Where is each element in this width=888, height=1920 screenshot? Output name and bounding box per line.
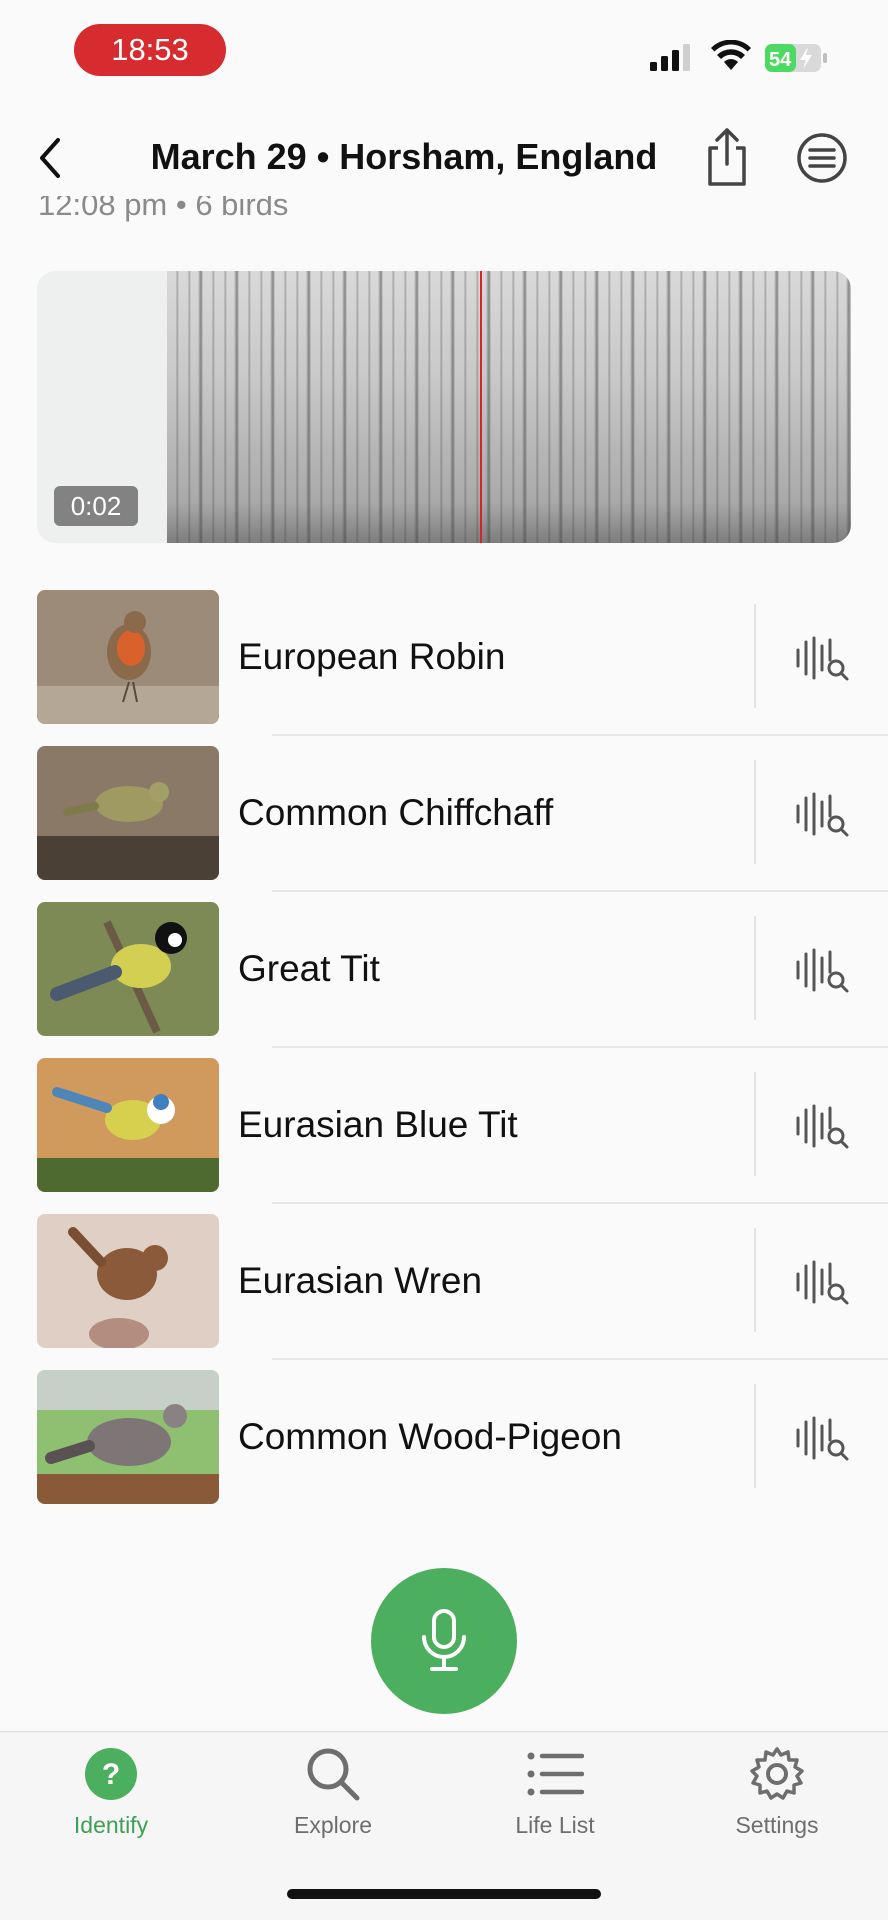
divider	[754, 1072, 756, 1176]
spectrogram-image	[167, 271, 851, 543]
divider	[272, 890, 888, 892]
tab-life-list[interactable]: Life List	[465, 1744, 645, 1839]
divider	[272, 734, 888, 736]
bird-row[interactable]: Common Chiffchaff	[0, 744, 888, 900]
gear-icon	[750, 1747, 804, 1800]
list-icon	[527, 1752, 584, 1796]
bird-thumbnail	[37, 590, 219, 724]
signal-icon	[650, 44, 690, 71]
tab-settings[interactable]: Settings	[687, 1744, 867, 1839]
bird-row[interactable]: Common Wood-Pigeon	[0, 1368, 888, 1524]
spectrogram[interactable]: 0:02	[37, 271, 851, 543]
bird-row[interactable]: Great Tit	[0, 900, 888, 1056]
sound-search-icon[interactable]	[794, 634, 850, 682]
back-chevron-icon[interactable]	[34, 134, 66, 182]
tab-label: Identify	[73, 1812, 149, 1838]
divider	[754, 1384, 756, 1488]
page-title: March 29 • Horsham, England	[150, 136, 658, 177]
search-icon	[307, 1748, 360, 1801]
question-circle-icon: ?	[85, 1748, 137, 1800]
bird-name: Great Tit	[238, 948, 380, 989]
sound-search-icon[interactable]	[794, 790, 850, 838]
home-indicator[interactable]	[287, 1889, 601, 1899]
bird-name: Eurasian Wren	[238, 1260, 483, 1301]
bird-row[interactable]: Eurasian Blue Tit	[0, 1056, 888, 1212]
svg-text:?: ?	[102, 1758, 120, 1791]
session-subtitle-text: 12:08 pm • 6 birds	[38, 196, 289, 222]
nav-bar: March 29 • Horsham, England	[0, 118, 888, 198]
tab-label: Settings	[735, 1812, 819, 1838]
microphone-icon	[422, 1609, 466, 1671]
bird-name: Eurasian Blue Tit	[238, 1104, 518, 1145]
divider	[272, 1046, 888, 1048]
bird-list: European Robin Common Chiffchaff Great T…	[0, 588, 888, 1524]
bird-name: Common Chiffchaff	[238, 792, 554, 833]
screen: 18:53 54 March 29 • Horsham, England 12:…	[0, 0, 888, 1920]
sound-search-icon[interactable]	[794, 946, 850, 994]
share-icon[interactable]	[702, 126, 752, 188]
battery-level: 54	[769, 49, 792, 71]
bird-name: Common Wood-Pigeon	[238, 1416, 622, 1457]
bird-thumbnail	[37, 902, 219, 1036]
sound-search-icon[interactable]	[794, 1414, 850, 1462]
divider	[754, 1228, 756, 1332]
divider	[754, 604, 756, 708]
tab-explore[interactable]: Explore	[243, 1744, 423, 1839]
divider	[272, 1358, 888, 1360]
battery-charging-icon: 54	[765, 44, 827, 72]
tab-identify[interactable]: ? Identify	[21, 1744, 201, 1839]
playback-time: 0:02	[54, 486, 138, 526]
bird-row[interactable]: Eurasian Wren	[0, 1212, 888, 1368]
session-subtitle: 12:08 pm • 6 birds	[38, 196, 288, 226]
sound-search-icon[interactable]	[794, 1258, 850, 1306]
status-time: 18:53	[74, 24, 226, 76]
bird-thumbnail	[37, 746, 219, 880]
playhead[interactable]	[480, 271, 482, 543]
status-bar: 18:53 54	[0, 0, 888, 110]
bird-name: European Robin	[238, 636, 506, 677]
divider	[754, 916, 756, 1020]
wifi-icon	[711, 40, 751, 70]
tab-label: Explore	[294, 1812, 372, 1838]
divider	[754, 760, 756, 864]
bird-thumbnail	[37, 1370, 219, 1504]
tab-label: Life List	[515, 1812, 595, 1838]
record-button[interactable]	[371, 1568, 517, 1714]
menu-icon[interactable]	[796, 132, 848, 184]
bird-thumbnail	[37, 1058, 219, 1192]
bird-row[interactable]: European Robin	[0, 588, 888, 744]
divider	[272, 1202, 888, 1204]
sound-search-icon[interactable]	[794, 1102, 850, 1150]
bird-thumbnail	[37, 1214, 219, 1348]
